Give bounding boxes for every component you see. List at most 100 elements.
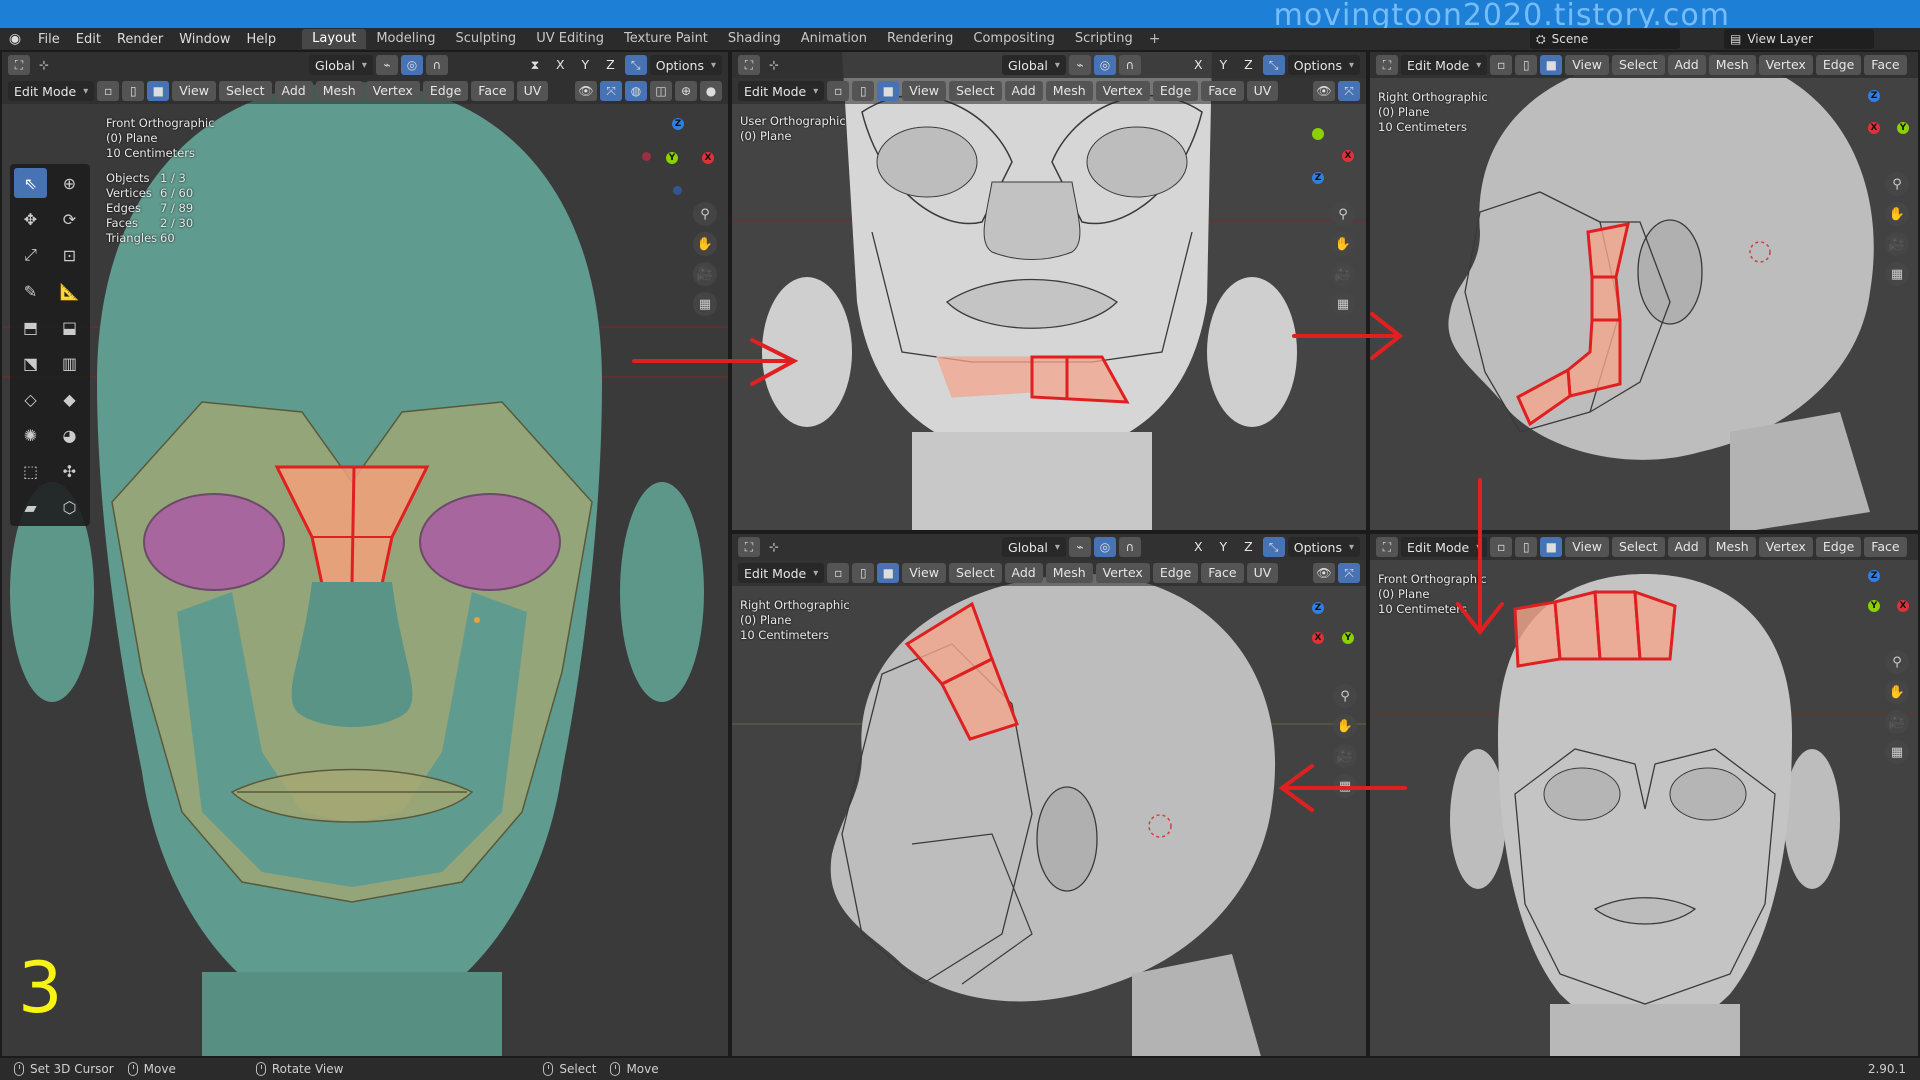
shading-wire-icon[interactable]: ⊕ (675, 81, 697, 101)
tab-rendering[interactable]: Rendering (877, 29, 963, 49)
menu-render[interactable]: Render (109, 32, 171, 47)
move-tool-icon[interactable]: ✥ (14, 204, 47, 234)
shear-tool-icon[interactable]: ▰ (14, 492, 47, 522)
transform-orientation-select[interactable]: Global (309, 55, 373, 75)
gizmo-z-icon[interactable]: Z (672, 118, 684, 130)
proportional-edit-icon[interactable]: ◎ (400, 55, 423, 75)
proportional-edit-icon[interactable]: ◎ (1093, 537, 1116, 557)
menu-view[interactable]: View (1565, 55, 1609, 75)
gizmo-icon[interactable]: ⤧ (1338, 81, 1360, 101)
face-select-icon[interactable]: ■ (1540, 537, 1563, 557)
menu-edge[interactable]: Edge (1815, 55, 1862, 75)
camera-icon[interactable]: 🎥 (1333, 744, 1357, 768)
axis-y[interactable]: Y (1213, 537, 1235, 557)
gizmo-z-icon[interactable]: Z (1868, 570, 1880, 582)
menu-select[interactable]: Select (948, 563, 1002, 583)
extrude-tool-icon[interactable]: ⬒ (14, 312, 47, 342)
visibility-icon[interactable]: 👁 (1313, 81, 1335, 101)
editor-type-icon[interactable]: ⛶ (738, 55, 760, 75)
axis-z[interactable]: Z (1237, 55, 1260, 75)
snap-icon[interactable]: ⌁ (1068, 537, 1091, 557)
gizmo-y-icon[interactable] (1312, 128, 1324, 140)
gizmo-x-icon[interactable]: X (1897, 600, 1909, 612)
mode-select[interactable]: Edit Mode (1401, 55, 1488, 75)
gizmo-z-icon[interactable]: Z (1312, 172, 1324, 184)
vertex-select-icon[interactable]: ▫ (1490, 55, 1513, 75)
mode-select[interactable]: Edit Mode (738, 81, 825, 101)
gizmo-z-icon[interactable]: Z (1868, 90, 1880, 102)
menu-mesh[interactable]: Mesh (315, 81, 363, 101)
mode-select[interactable]: Edit Mode (1401, 537, 1488, 557)
vertex-select-icon[interactable]: ▫ (827, 563, 850, 583)
vertex-select-icon[interactable]: ▫ (827, 81, 850, 101)
axis-x[interactable]: X (1187, 55, 1210, 75)
pan-hand-icon[interactable]: ✋ (1885, 202, 1909, 226)
menu-add[interactable]: Add (274, 81, 313, 101)
menu-select[interactable]: Select (948, 81, 1002, 101)
tab-animation[interactable]: Animation (791, 29, 877, 49)
menu-vertex[interactable]: Vertex (1095, 81, 1150, 101)
axis-x[interactable]: X (549, 55, 572, 75)
menu-help[interactable]: Help (239, 32, 285, 47)
grid-toggle-icon[interactable]: ▦ (1885, 262, 1909, 286)
menu-mesh[interactable]: Mesh (1045, 81, 1093, 101)
add-workspace-icon[interactable]: + (1143, 31, 1167, 47)
transform-orientation-select[interactable]: Global (1002, 537, 1066, 557)
viewport-main[interactable]: ⛶ ⊹ Global ⌁ ◎ ∩ ⧗ X Y Z ⤡ Options Edit … (0, 50, 730, 1058)
menu-edge[interactable]: Edge (1815, 537, 1862, 557)
menu-uv[interactable]: UV (516, 81, 549, 101)
axis-y[interactable]: Y (1213, 55, 1235, 75)
menu-mesh[interactable]: Mesh (1045, 563, 1093, 583)
editor-type-icon[interactable]: ⛶ (1376, 537, 1398, 557)
menu-select[interactable]: Select (218, 81, 272, 101)
grid-toggle-icon[interactable]: ▦ (1333, 774, 1357, 798)
menu-edge[interactable]: Edge (1152, 563, 1199, 583)
menu-face[interactable]: Face (471, 81, 514, 101)
grid-toggle-icon[interactable]: ▦ (693, 292, 717, 316)
zoom-icon[interactable]: ⚲ (1333, 684, 1357, 708)
viewport-top-middle[interactable]: ⛶ ⊹ Global ⌁ ◎ ∩ X Y Z ⤡ Options Edit Mo… (730, 50, 1368, 532)
viewport-bottom-right[interactable]: ⛶ Edit Mode ▫ ▯ ■ View Select Add Mesh V… (1368, 532, 1920, 1058)
gizmo-y-icon[interactable]: Y (666, 152, 678, 164)
cursor-tool-icon[interactable]: ⊕ (53, 168, 86, 198)
gizmo-y-icon[interactable]: Y (1342, 632, 1354, 644)
menu-view[interactable]: View (902, 563, 946, 583)
spin-tool-icon[interactable]: ✺ (14, 420, 47, 450)
inset-tool-icon[interactable]: ⬓ (53, 312, 86, 342)
falloff-icon[interactable]: ∩ (1118, 55, 1141, 75)
editor-type-icon[interactable]: ⛶ (1376, 55, 1398, 75)
tab-uv-editing[interactable]: UV Editing (526, 29, 614, 49)
menu-view[interactable]: View (902, 81, 946, 101)
options-dropdown[interactable]: Options (1287, 55, 1360, 75)
axis-z[interactable]: Z (599, 55, 622, 75)
auto-merge-icon[interactable]: ⤡ (1262, 537, 1285, 557)
smooth-tool-icon[interactable]: ◕ (53, 420, 86, 450)
blender-logo-icon[interactable]: ◉ (0, 31, 30, 47)
gizmo-x-icon[interactable]: X (702, 152, 714, 164)
menu-face[interactable]: Face (1201, 81, 1244, 101)
gizmo-icon[interactable]: ⤧ (600, 81, 622, 101)
tab-compositing[interactable]: Compositing (963, 29, 1065, 49)
overlay-icon[interactable]: ◍ (625, 81, 647, 101)
menu-add[interactable]: Add (1004, 81, 1043, 101)
menu-file[interactable]: File (30, 32, 68, 47)
menu-vertex[interactable]: Vertex (1095, 563, 1150, 583)
edge-select-icon[interactable]: ▯ (122, 81, 145, 101)
gizmo-y-icon[interactable]: Y (1868, 600, 1880, 612)
vertex-select-icon[interactable]: ▫ (1490, 537, 1513, 557)
zoom-icon[interactable]: ⚲ (1331, 202, 1355, 226)
view-layer-selector[interactable]: ▤ View Layer (1724, 29, 1874, 49)
poly-build-tool-icon[interactable]: ◆ (53, 384, 86, 414)
viewport-top-right[interactable]: ⛶ Edit Mode ▫ ▯ ■ View Select Add Mesh V… (1368, 50, 1920, 532)
tab-scripting[interactable]: Scripting (1065, 29, 1143, 49)
transform-orientation-select[interactable]: Global (1002, 55, 1066, 75)
bevel-tool-icon[interactable]: ⬔ (14, 348, 47, 378)
pan-hand-icon[interactable]: ✋ (1333, 714, 1357, 738)
menu-mesh[interactable]: Mesh (1708, 537, 1756, 557)
menu-edge[interactable]: Edge (422, 81, 469, 101)
menu-uv[interactable]: UV (1246, 563, 1279, 583)
rip-tool-icon[interactable]: ⬡ (53, 492, 86, 522)
snap-icon[interactable]: ⌁ (375, 55, 398, 75)
shading-solid-icon[interactable]: ● (700, 81, 722, 101)
proportional-edit-icon[interactable]: ◎ (1093, 55, 1116, 75)
